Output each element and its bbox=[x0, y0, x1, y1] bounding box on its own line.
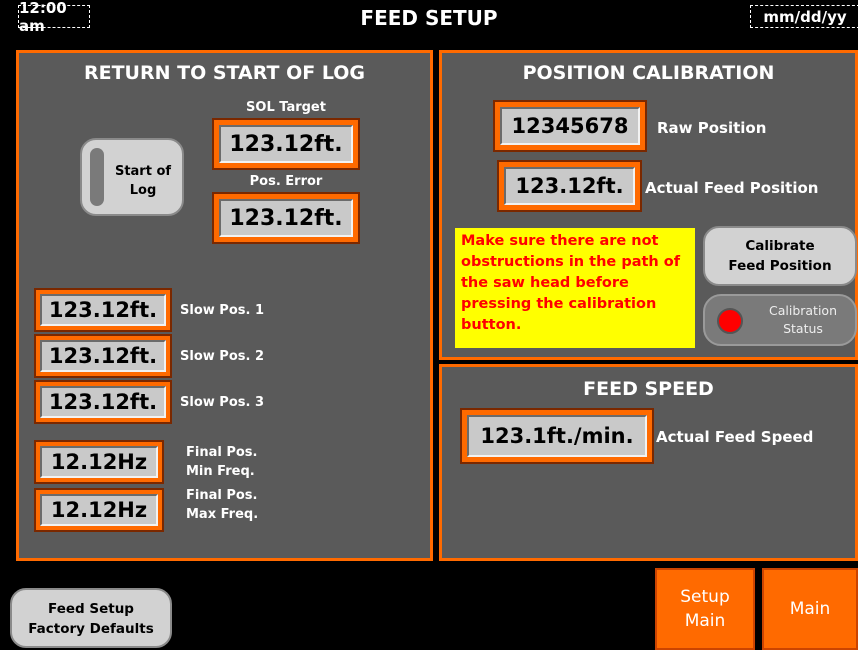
actual-feed-speed-label: Actual Feed Speed bbox=[656, 428, 814, 446]
slow-pos-2-value: 123.12ft. bbox=[40, 340, 166, 372]
calibrate-button-line1: Calibrate bbox=[745, 238, 815, 254]
status-line1: Calibration bbox=[768, 303, 837, 318]
start-button-bar bbox=[90, 148, 104, 206]
actual-feed-speed-value: 123.1ft./min. bbox=[467, 415, 647, 457]
pos-error-value: 123.12ft. bbox=[219, 199, 353, 237]
final-max-freq-label: Final Pos. Max Freq. bbox=[186, 488, 259, 522]
sol-target-label: SOL Target bbox=[246, 100, 326, 115]
pos-error-label: Pos. Error bbox=[249, 174, 323, 189]
main-button[interactable]: Main bbox=[762, 568, 858, 650]
actual-feed-speed-field: 123.1ft./min. bbox=[460, 408, 654, 464]
start-button-line2: Log bbox=[129, 183, 157, 198]
final-min-freq-value: 12.12Hz bbox=[40, 446, 158, 478]
raw-position-label: Raw Position bbox=[657, 119, 767, 137]
sol-target-field: 123.12ft. bbox=[212, 118, 360, 170]
actual-feed-position-label: Actual Feed Position bbox=[645, 179, 819, 197]
setup-main-button[interactable]: Setup Main bbox=[655, 568, 755, 650]
actual-feed-position-field: 123.12ft. bbox=[497, 160, 642, 212]
warning-text: Make sure there are not obstructions in … bbox=[461, 233, 681, 333]
final-min-freq-field: 12.12Hz bbox=[34, 440, 164, 484]
status-line2: Status bbox=[783, 321, 823, 336]
slow-pos-1-value: 123.12ft. bbox=[40, 294, 166, 326]
calibration-panel-title: POSITION CALIBRATION bbox=[522, 62, 775, 84]
status-lamp-icon bbox=[717, 308, 743, 334]
date-text: mm/dd/yy bbox=[763, 7, 847, 26]
slow-pos-2-field: 123.12ft. bbox=[34, 334, 172, 378]
start-button-line1: Start of bbox=[114, 164, 172, 179]
final-min-freq-label: Final Pos. Min Freq. bbox=[186, 445, 258, 479]
start-of-log-button[interactable]: Start of Log bbox=[80, 138, 184, 216]
slow-pos-1-label: Slow Pos. 1 bbox=[180, 303, 264, 318]
feed-speed-title: FEED SPEED bbox=[583, 378, 714, 400]
slow-pos-3-value: 123.12ft. bbox=[40, 386, 166, 418]
return-panel-title: RETURN TO START OF LOG bbox=[83, 62, 366, 84]
calibration-warning: Make sure there are not obstructions in … bbox=[455, 228, 695, 348]
pos-error-field: 123.12ft. bbox=[212, 192, 360, 244]
calibrate-feed-position-button[interactable]: Calibrate Feed Position bbox=[703, 226, 857, 286]
final-max-freq-field: 12.12Hz bbox=[34, 488, 164, 532]
final-max-freq-value: 12.12Hz bbox=[40, 494, 158, 526]
sol-target-value: 123.12ft. bbox=[219, 125, 353, 163]
slow-pos-1-field: 123.12ft. bbox=[34, 288, 172, 332]
slow-pos-2-label: Slow Pos. 2 bbox=[180, 349, 264, 364]
page-title: FEED SETUP bbox=[360, 6, 498, 30]
slow-pos-3-label: Slow Pos. 3 bbox=[180, 395, 264, 410]
calibration-status-indicator: Calibration Status bbox=[703, 294, 857, 346]
raw-position-value: 12345678 bbox=[500, 107, 640, 145]
slow-pos-3-field: 123.12ft. bbox=[34, 380, 172, 424]
date-display: mm/dd/yy bbox=[750, 5, 858, 28]
feed-setup-factory-defaults-button[interactable]: Feed Setup Factory Defaults bbox=[10, 588, 172, 648]
raw-position-field: 12345678 bbox=[493, 100, 647, 152]
actual-feed-position-value: 123.12ft. bbox=[504, 167, 635, 205]
calibrate-button-line2: Feed Position bbox=[728, 258, 832, 274]
